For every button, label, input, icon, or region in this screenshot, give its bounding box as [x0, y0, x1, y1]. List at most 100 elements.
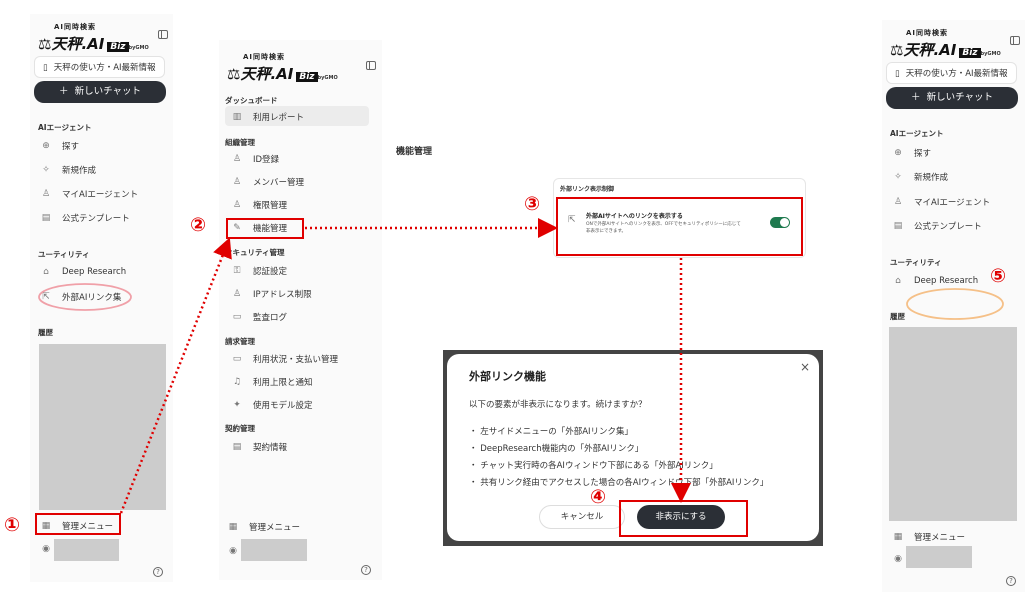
sidebar-toggle-icon[interactable] [366, 61, 376, 70]
menu-limit-notify[interactable]: ♫ 利用上限と通知 [231, 376, 313, 388]
users-icon: ♙ [232, 177, 242, 187]
sidebar-after: AI同時検索 ⚖天秤.AI Biz byGMO ▯ 天秤の使い方・AI最新情報 ＋ 新… [882, 20, 1025, 592]
menu-contract-info[interactable]: ▤ 契約情報 [231, 441, 287, 453]
agent-create[interactable]: ✧ 新規作成 [40, 164, 96, 176]
section-agents: AIエージェント [890, 129, 944, 138]
book-icon: ▯ [895, 69, 900, 79]
menu-auth-settings[interactable]: ⚿ 認証設定 [231, 265, 287, 277]
section-dashboard: ダッシュボード [225, 96, 278, 105]
close-icon[interactable]: × [800, 360, 810, 374]
building-icon: ▦ [228, 522, 238, 532]
agent-templates[interactable]: ▤ 公式テンプレート [40, 212, 130, 224]
lock-user-icon: ♙ [232, 289, 242, 299]
section-billing: 請求管理 [225, 337, 255, 346]
scale-icon: ⚖ [227, 65, 241, 83]
template-icon: ▤ [893, 221, 903, 231]
book-icon: ▯ [43, 63, 48, 73]
avatar-icon: ◉ [894, 554, 902, 564]
agent-search[interactable]: ⊕ 探す [40, 140, 79, 152]
menu-model-settings[interactable]: ✦ 使用モデル設定 [231, 399, 312, 411]
sparkle-icon: ✧ [42, 165, 50, 175]
modal-title: 外部リンク機能 [469, 370, 546, 383]
template-icon: ▤ [41, 213, 51, 223]
menu-audit-log[interactable]: ▭ 監査ログ [231, 311, 287, 323]
plus-icon: ＋ [911, 92, 921, 103]
card-title: 外部リンク表示制御 [560, 186, 615, 193]
bar-chart-icon: ▥ [232, 112, 242, 122]
username-placeholder [54, 539, 119, 561]
highlight-setting [556, 197, 803, 256]
section-utility: ユーティリティ [890, 258, 942, 267]
modal-bullet-3: ・ チャット実行時の各AIウィンドウ下部にある「外部AIリンク」 [469, 461, 718, 471]
sidebar-toggle-icon[interactable] [1010, 36, 1020, 45]
bell-icon: ♫ [232, 377, 242, 387]
help-icon[interactable]: ? [153, 567, 163, 577]
section-security: セキュリティ管理 [225, 248, 285, 257]
document-icon: ▤ [232, 442, 242, 452]
modal-bullet-2: ・ DeepResearch機能内の「外部AIリンク」 [469, 444, 644, 454]
flask-icon: ⌂ [895, 276, 901, 286]
help-icon[interactable]: ? [361, 565, 371, 575]
menu-id-register[interactable]: ♙ ID登録 [231, 153, 279, 165]
step-3-label: ③ [524, 193, 541, 215]
scale-icon: ⚖ [890, 41, 904, 59]
step-1-label: ① [4, 514, 21, 536]
external-link-icon: ⇱ [42, 292, 50, 302]
section-contract: 契約管理 [225, 424, 255, 433]
agent-mine[interactable]: ♙ マイAIエージェント [40, 188, 138, 200]
admin-menu-panel: AI同時検索 ⚖天秤.AI Biz byGMO ダッシュボード ▥ 利用レポート 組織… [219, 40, 382, 580]
menu-ip-restrict[interactable]: ♙ IPアドレス制限 [231, 288, 312, 300]
admin-menu-link[interactable]: ▦ 管理メニュー [892, 531, 965, 543]
search-icon: ⊕ [42, 141, 50, 151]
utility-deep-research[interactable]: ⌂ Deep Research [892, 276, 978, 286]
section-org: 組織管理 [225, 138, 255, 147]
username-placeholder [241, 539, 307, 561]
history-placeholder [889, 327, 1017, 521]
utility-deep-research[interactable]: ⌂ Deep Research [40, 267, 126, 277]
shield-user-icon: ♙ [232, 200, 242, 210]
feature-page-title: 機能管理 [396, 147, 433, 157]
section-agents: AIエージェント [38, 123, 92, 132]
utility-external-links[interactable]: ⇱ 外部AIリンク集 [40, 291, 121, 303]
sidebar-before: AI同時検索 ⚖天秤.AI Biz byGMO ▯ 天秤の使い方・AI最新情報 ＋ 新… [30, 14, 173, 582]
usage-link[interactable]: ▯ 天秤の使い方・AI最新情報 [34, 56, 165, 78]
modal-bullet-1: ・ 左サイドメニューの「外部AIリンク集」 [469, 427, 634, 437]
user-plus-icon: ♙ [232, 154, 242, 164]
help-icon[interactable]: ? [1006, 576, 1016, 586]
highlight-feature-manage [226, 218, 304, 239]
modal-bullet-4: ・ 共有リンク経由でアクセスした場合の各AIウィンドウ下部「外部AIリンク」 [469, 478, 769, 488]
agent-templates[interactable]: ▤ 公式テンプレート [892, 220, 982, 232]
brand-logo: AI同時検索 ⚖天秤.AI Biz byGMO [890, 29, 1001, 59]
highlight-hide-button [619, 500, 748, 537]
user-icon: ♙ [41, 189, 51, 199]
step-4-label: ④ [590, 486, 607, 508]
menu-member-manage[interactable]: ♙ メンバー管理 [231, 176, 304, 188]
menu-permission[interactable]: ♙ 権限管理 [231, 199, 287, 211]
admin-menu-link[interactable]: ▦ 管理メニュー [227, 521, 300, 533]
brand-logo: AI同時検索 ⚖天秤.AI Biz byGMO [38, 23, 149, 53]
agent-search[interactable]: ⊕ 探す [892, 147, 931, 159]
agent-mine[interactable]: ♙ マイAIエージェント [892, 196, 990, 208]
menu-usage-report[interactable]: ▥ 利用レポート [231, 111, 304, 123]
avatar-icon: ◉ [229, 546, 237, 556]
step-2-label: ② [190, 214, 207, 236]
menu-usage-payment[interactable]: ▭ 利用状況・支払い管理 [231, 353, 338, 365]
building-icon: ▦ [893, 532, 903, 542]
scale-icon: ⚖ [38, 35, 52, 53]
modal-message: 以下の要素が非表示になります。続けますか？ [469, 400, 647, 410]
log-icon: ▭ [232, 312, 242, 322]
new-chat-button[interactable]: ＋ 新しいチャット [34, 81, 166, 103]
search-icon: ⊕ [894, 148, 902, 158]
agent-create[interactable]: ✧ 新規作成 [892, 171, 948, 183]
card-icon: ▭ [232, 354, 242, 364]
username-placeholder [906, 546, 972, 568]
history-placeholder [39, 344, 166, 510]
user-icon: ♙ [893, 197, 903, 207]
step-5-label: ⑤ [990, 265, 1007, 287]
new-chat-button[interactable]: ＋ 新しいチャット [886, 87, 1018, 109]
section-history: 履歴 [38, 328, 53, 337]
sparkle-icon: ✦ [233, 400, 241, 410]
sidebar-toggle-icon[interactable] [158, 30, 168, 39]
usage-link[interactable]: ▯ 天秤の使い方・AI最新情報 [886, 62, 1017, 84]
cancel-button[interactable]: キャンセル [539, 505, 625, 529]
